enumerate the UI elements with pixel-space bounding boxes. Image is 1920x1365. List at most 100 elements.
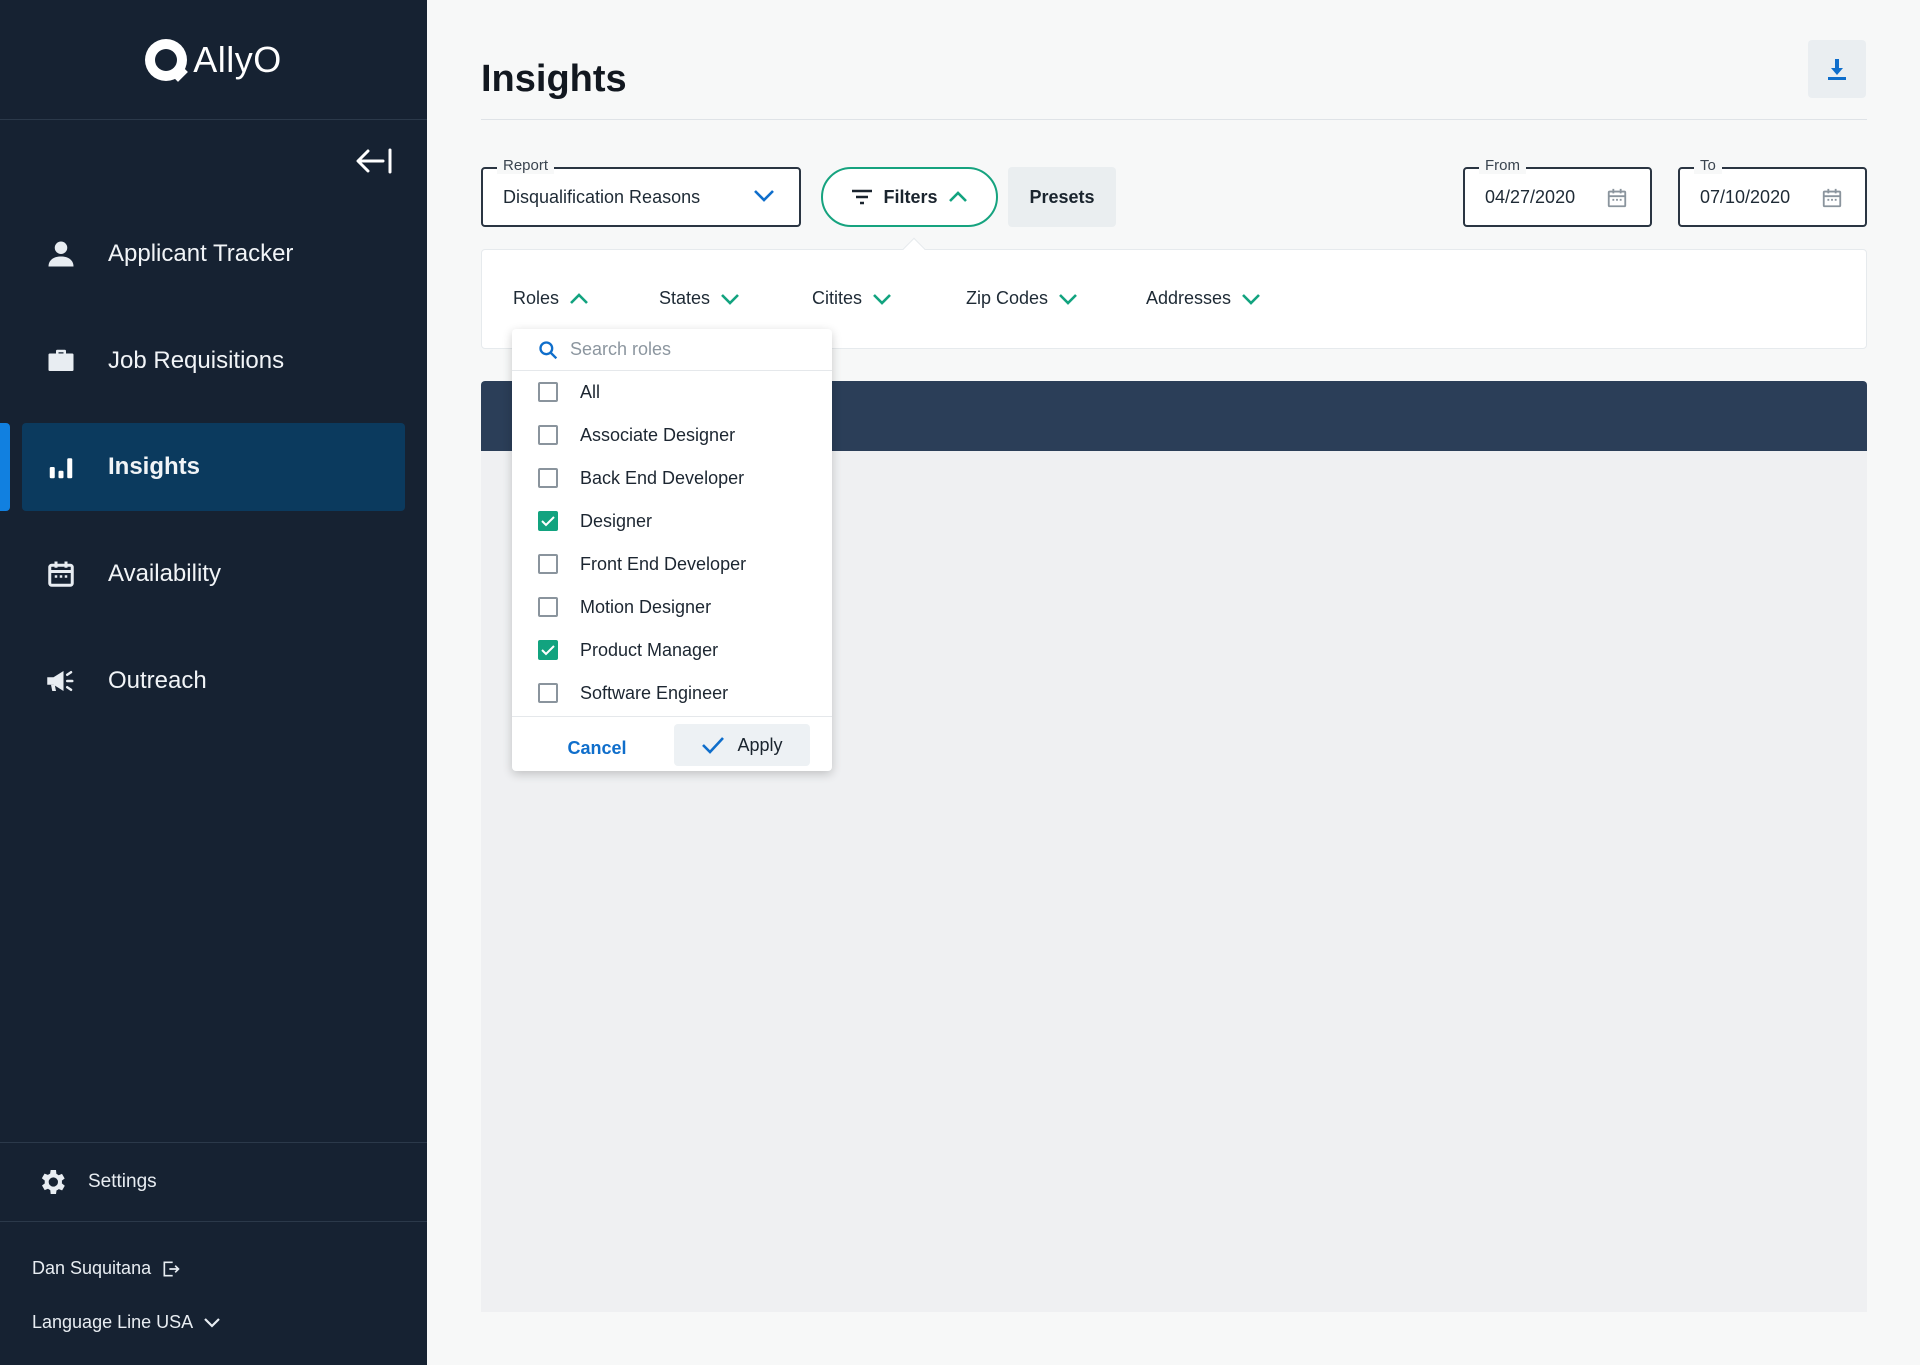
role-label: Software Engineer [580,682,729,703]
apply-label: Apply [737,734,783,755]
check-icon [541,516,555,527]
role-option-designer[interactable]: Designer [538,503,808,539]
collapse-arrow-icon [356,148,392,174]
from-date-value: 04/27/2020 [1485,187,1576,207]
checkbox[interactable] [538,425,558,445]
checkbox[interactable] [538,683,558,703]
filter-tab-zip-codes[interactable]: Zip Codes [966,288,1078,309]
roles-search [512,329,832,371]
organization-name: Language Line USA [32,1312,194,1332]
chevron-down-icon [204,1317,220,1328]
role-option-back-end-developer[interactable]: Back End Developer [538,460,808,496]
from-date-field[interactable]: From 04/27/2020 [1463,157,1652,227]
nav-label: Outreach [108,667,207,694]
role-option-motion-designer[interactable]: Motion Designer [538,589,808,625]
checkbox[interactable] [538,597,558,617]
filter-tab-cities[interactable]: Citites [812,288,892,309]
sidebar: AllyO Applicant Tracker Job Requisitions… [0,0,427,1365]
report-select[interactable]: Report Disqualification Reasons [481,157,801,227]
checkbox[interactable] [538,554,558,574]
person-icon [30,239,92,269]
report-value: Disqualification Reasons [503,187,701,207]
logout-icon[interactable] [161,1259,181,1279]
check-icon [702,737,725,754]
page-title: Insights [481,58,627,100]
filter-icon [852,189,873,205]
report-legend: Report [497,157,555,174]
presets-button[interactable]: Presets [1008,167,1116,227]
search-icon [539,340,558,359]
to-date-field[interactable]: To 07/10/2020 [1678,157,1867,227]
calendar-icon [1822,188,1842,208]
megaphone-icon [30,666,92,696]
role-label: Motion Designer [580,596,712,617]
calendar-icon [1607,188,1627,208]
role-label: Front End Developer [580,553,747,574]
nav-item-job-requisitions[interactable]: Job Requisitions [22,317,405,405]
chevron-down-icon [873,293,891,305]
active-nav-indicator [0,423,10,511]
chevron-down-icon [721,293,739,305]
role-option-front-end-developer[interactable]: Front End Developer [538,546,808,582]
checkbox[interactable] [538,468,558,488]
role-option-software-engineer[interactable]: Software Engineer [538,675,808,711]
nav-label: Availability [108,560,221,587]
nav-label: Insights [108,453,201,480]
to-date-value: 07/10/2020 [1700,187,1791,207]
chevron-down-icon [1059,293,1077,305]
settings-label: Settings [88,1171,157,1192]
brand-logo[interactable]: AllyO [0,0,427,120]
organization-selector[interactable]: Language Line USA [32,1312,221,1333]
filters-button[interactable]: Filters [821,167,998,227]
checkbox-checked[interactable] [538,640,558,660]
filter-tab-label: Addresses [1146,288,1232,308]
dropdown-footer: Cancel Apply [512,716,832,771]
nav-item-availability[interactable]: Availability [22,530,405,618]
gear-icon [41,1170,65,1194]
role-option-product-manager[interactable]: Product Manager [538,632,808,668]
checkbox[interactable] [538,382,558,402]
download-button[interactable] [1808,40,1866,98]
from-legend: From [1479,157,1526,174]
user-name: Dan Suquitana [32,1258,152,1278]
briefcase-icon [30,346,92,376]
role-option-all[interactable]: All [538,374,808,410]
bar-chart-icon [30,452,92,482]
nav-item-insights[interactable]: Insights [22,423,405,511]
roles-dropdown: All Associate Designer Back End Develope… [512,329,832,771]
nav-item-applicant-tracker[interactable]: Applicant Tracker [22,210,405,298]
filter-tab-label: Roles [513,288,560,308]
filter-tab-label: States [659,288,711,308]
search-roles-input[interactable] [570,339,810,360]
checkbox-checked[interactable] [538,511,558,531]
settings-link[interactable]: Settings [0,1142,427,1222]
title-divider [481,119,1867,120]
role-label: Product Manager [580,639,719,660]
user-info: Dan Suquitana [32,1258,181,1279]
filter-tab-label: Zip Codes [966,288,1049,308]
chevron-down-icon [1242,293,1260,305]
check-icon [541,645,555,656]
role-option-associate-designer[interactable]: Associate Designer [538,417,808,453]
role-label: Back End Developer [580,467,745,488]
role-label: All [580,381,601,402]
to-legend: To [1694,157,1722,174]
chevron-down-icon [754,190,774,202]
cancel-button[interactable]: Cancel [552,727,642,769]
download-icon [1828,59,1846,80]
chevron-up-icon [570,292,588,304]
brand-name: AllyO [193,38,282,80]
chevron-up-icon [948,191,967,202]
role-label: Associate Designer [580,424,736,445]
calendar-icon [30,559,92,589]
role-label: Designer [580,510,653,531]
allyo-logo-icon [145,38,188,81]
filter-tab-roles[interactable]: Roles [513,288,589,309]
nav-item-outreach[interactable]: Outreach [22,637,405,725]
filter-tab-states[interactable]: States [659,288,740,309]
panel-caret [902,237,926,261]
filter-tab-label: Citites [812,288,863,308]
collapse-sidebar-button[interactable] [354,145,394,177]
apply-button[interactable]: Apply [674,724,810,766]
filter-tab-addresses[interactable]: Addresses [1146,288,1261,309]
